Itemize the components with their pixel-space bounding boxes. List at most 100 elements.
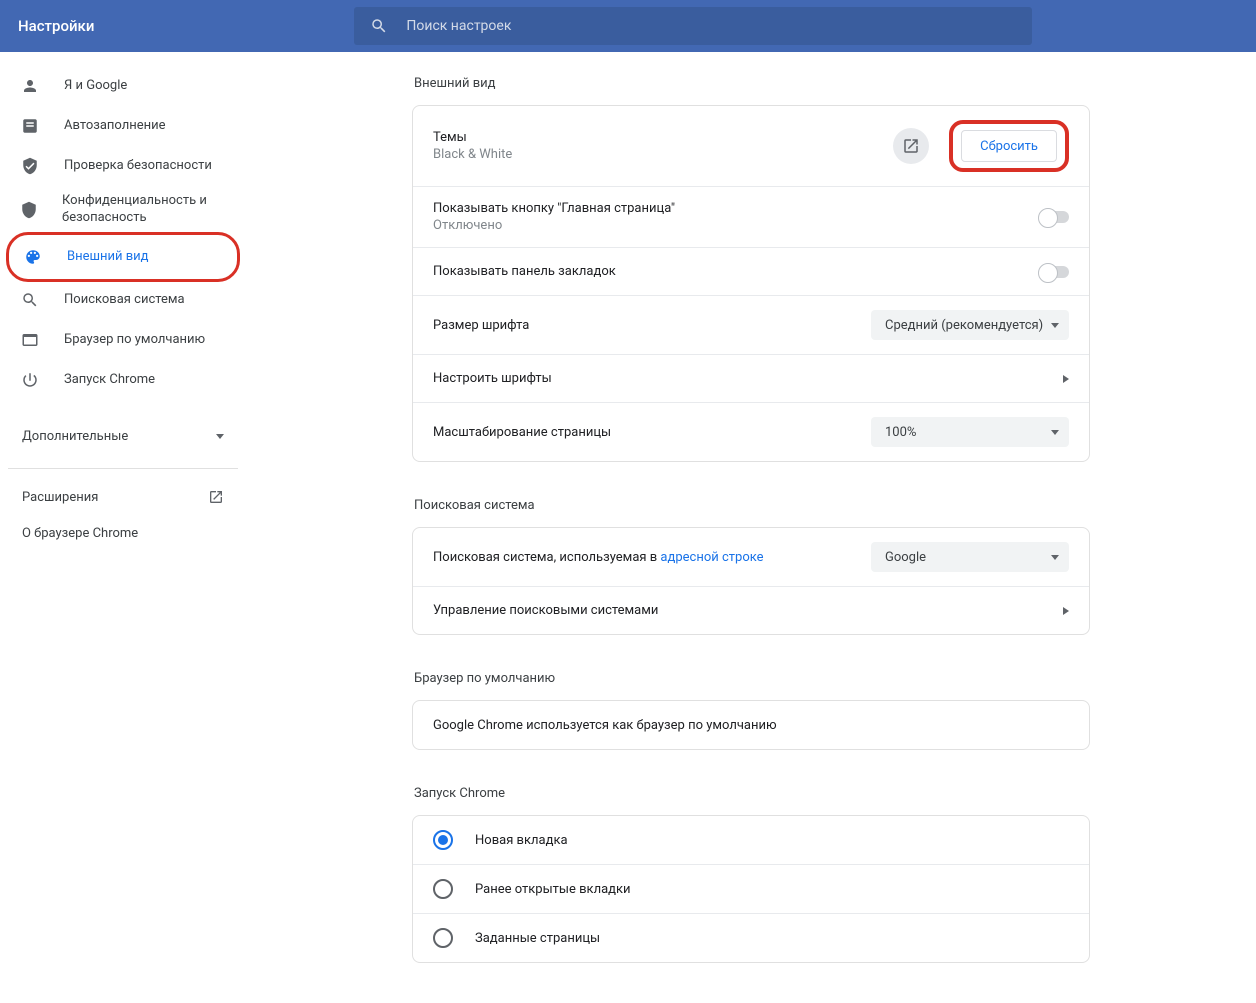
section-title: Браузер по умолчанию — [412, 671, 1090, 686]
section-default-browser: Браузер по умолчанию Google Chrome испол… — [412, 671, 1090, 750]
row-text: Показывать кнопку "Главная страница" Отк… — [433, 201, 1039, 233]
appearance-card: Темы Black & White Сбросить Показывать к… — [412, 105, 1090, 462]
default-browser-text: Google Chrome используется как браузер п… — [433, 718, 777, 733]
power-icon — [20, 371, 40, 389]
themes-row: Темы Black & White Сбросить — [413, 106, 1089, 186]
font-size-value: Средний (рекомендуется) — [885, 318, 1051, 333]
section-title: Запуск Chrome — [412, 786, 1090, 801]
row-text: Показывать панель закладок — [433, 264, 1039, 279]
font-size-row: Размер шрифта Средний (рекомендуется) — [413, 295, 1089, 354]
row-text: Управление поисковыми системами — [433, 603, 1063, 618]
section-appearance: Внешний вид Темы Black & White Сбросить — [412, 76, 1090, 462]
startup-label: Ранее открытые вкладки — [475, 882, 631, 897]
page-zoom-row: Масштабирование страницы 100% — [413, 402, 1089, 461]
search-engine-text: Поисковая система, используемая в адресн… — [433, 550, 871, 565]
sidebar-item-label: Внешний вид — [67, 249, 149, 266]
open-in-new-icon — [902, 137, 920, 155]
chevron-down-icon — [1051, 430, 1059, 435]
startup-label: Заданные страницы — [475, 931, 600, 946]
open-theme-external-button[interactable] — [893, 128, 929, 164]
sidebar-item-label: Автозаполнение — [64, 118, 166, 135]
browser-icon — [20, 331, 40, 349]
sidebar-item-privacy[interactable]: Конфиденциальность и безопасность — [8, 186, 238, 234]
main-content: Внешний вид Темы Black & White Сбросить — [246, 52, 1256, 1003]
radio-icon[interactable] — [433, 879, 453, 899]
radio-icon[interactable] — [433, 830, 453, 850]
row-text: Темы Black & White — [433, 130, 893, 162]
startup-card: Новая вкладка Ранее открытые вкладки Зад… — [412, 815, 1090, 963]
customize-fonts-title: Настроить шрифты — [433, 371, 1063, 386]
search-input[interactable] — [406, 18, 1016, 34]
startup-option-specific-pages[interactable]: Заданные страницы — [413, 913, 1089, 962]
default-browser-card: Google Chrome используется как браузер п… — [412, 700, 1090, 750]
open-in-new-icon — [208, 489, 224, 505]
home-button-title: Показывать кнопку "Главная страница" — [433, 201, 1039, 216]
bookmarks-title: Показывать панель закладок — [433, 264, 1039, 279]
advanced-toggle[interactable]: Дополнительные — [8, 414, 238, 458]
themes-subtitle: Black & White — [433, 147, 893, 162]
chevron-right-icon — [1063, 607, 1069, 615]
shield-check-icon — [20, 157, 40, 175]
search-icon — [20, 291, 40, 309]
page-zoom-value: 100% — [885, 425, 1051, 440]
section-search-engine: Поисковая система Поисковая система, исп… — [412, 498, 1090, 635]
startup-label: Новая вкладка — [475, 833, 568, 848]
manage-search-row[interactable]: Управление поисковыми системами — [413, 586, 1089, 634]
row-text: Масштабирование страницы — [433, 425, 871, 440]
sidebar-item-label: Проверка безопасности — [64, 158, 212, 175]
home-button-subtitle: Отключено — [433, 218, 1039, 233]
autofill-icon — [20, 117, 40, 135]
customize-fonts-row[interactable]: Настроить шрифты — [413, 354, 1089, 402]
sidebar-item-appearance[interactable]: Внешний вид — [11, 237, 235, 277]
sidebar-item-default-browser[interactable]: Браузер по умолчанию — [8, 320, 238, 360]
search-engine-row: Поисковая система, используемая в адресн… — [413, 528, 1089, 586]
manage-search-title: Управление поисковыми системами — [433, 603, 1063, 618]
about-chrome-link[interactable]: О браузере Chrome — [8, 515, 238, 551]
search-icon — [370, 17, 388, 35]
app-header: Настройки — [0, 0, 1256, 52]
row-text: Поисковая система, используемая в адресн… — [433, 550, 871, 565]
chevron-down-icon — [216, 434, 224, 439]
search-card: Поисковая система, используемая в адресн… — [412, 527, 1090, 635]
home-button-toggle[interactable] — [1039, 211, 1069, 223]
highlight-reset: Сбросить — [949, 120, 1069, 172]
chevron-down-icon — [1051, 555, 1059, 560]
extensions-label: Расширения — [22, 490, 208, 505]
sidebar-item-safety-check[interactable]: Проверка безопасности — [8, 146, 238, 186]
startup-option-continue[interactable]: Ранее открытые вкладки — [413, 864, 1089, 913]
reset-theme-button[interactable]: Сбросить — [961, 130, 1057, 162]
search-engine-value: Google — [885, 550, 1051, 565]
palette-icon — [23, 248, 43, 266]
sidebar-item-label: Запуск Chrome — [64, 372, 155, 389]
radio-icon[interactable] — [433, 928, 453, 948]
sidebar-item-autofill[interactable]: Автозаполнение — [8, 106, 238, 146]
sidebar-item-label: Поисковая система — [64, 292, 185, 309]
search-engine-select[interactable]: Google — [871, 542, 1069, 572]
page-zoom-select[interactable]: 100% — [871, 417, 1069, 447]
sidebar-item-search[interactable]: Поисковая система — [8, 280, 238, 320]
font-size-title: Размер шрифта — [433, 318, 871, 333]
search-wrap[interactable] — [354, 7, 1032, 45]
sidebar-item-you-and-google[interactable]: Я и Google — [8, 66, 238, 106]
sidebar: Я и Google Автозаполнение Проверка безоп… — [0, 52, 246, 1003]
search-prefix: Поисковая система, используемая в — [433, 550, 660, 565]
section-title: Внешний вид — [412, 76, 1090, 91]
divider — [8, 468, 238, 469]
person-icon — [20, 77, 40, 95]
shield-icon — [20, 201, 38, 219]
sidebar-item-label: Я и Google — [64, 78, 127, 95]
extensions-link[interactable]: Расширения — [8, 479, 238, 515]
themes-title: Темы — [433, 130, 893, 145]
bookmarks-toggle[interactable] — [1039, 266, 1069, 278]
sidebar-item-startup[interactable]: Запуск Chrome — [8, 360, 238, 400]
address-bar-link[interactable]: адресной строке — [660, 550, 763, 565]
highlight-appearance: Внешний вид — [6, 232, 240, 282]
chevron-down-icon — [1051, 323, 1059, 328]
row-text: Размер шрифта — [433, 318, 871, 333]
section-startup: Запуск Chrome Новая вкладка Ранее открыт… — [412, 786, 1090, 963]
about-label: О браузере Chrome — [22, 526, 138, 541]
section-title: Поисковая система — [412, 498, 1090, 513]
row-text: Настроить шрифты — [433, 371, 1063, 386]
font-size-select[interactable]: Средний (рекомендуется) — [871, 310, 1069, 340]
startup-option-new-tab[interactable]: Новая вкладка — [413, 816, 1089, 864]
